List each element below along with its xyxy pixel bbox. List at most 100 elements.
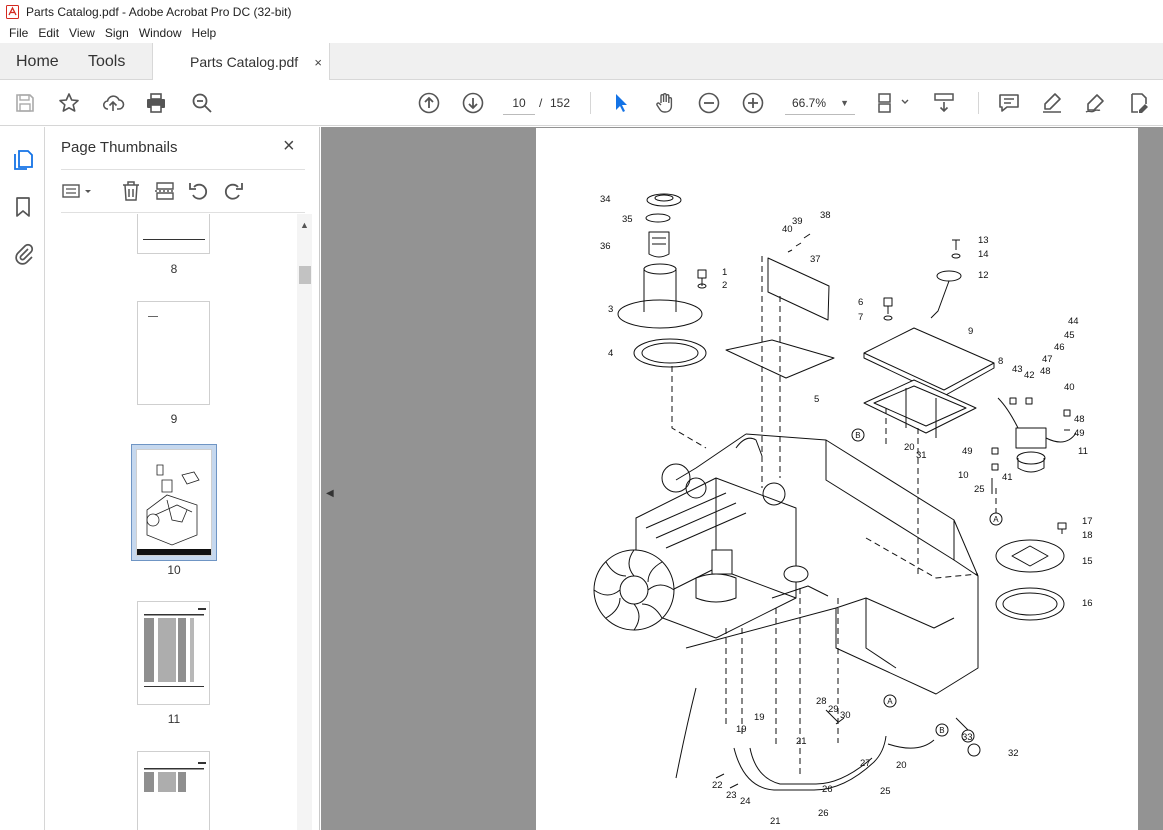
print-icon[interactable] <box>144 91 168 115</box>
chevron-up-icon[interactable]: ▲ <box>300 220 309 230</box>
thumbnail-label: 9 <box>170 412 178 426</box>
window-title: Parts Catalog.pdf - Adobe Acrobat Pro DC… <box>26 4 292 19</box>
menu-view[interactable]: View <box>64 26 100 40</box>
scroll-thumb[interactable] <box>299 266 311 284</box>
close-panel-icon[interactable]: × <box>283 135 295 158</box>
part-callout: 36 <box>600 241 611 252</box>
thumbnail-list[interactable]: 8 9 10 11 ▲ <box>45 214 320 830</box>
hand-icon[interactable] <box>653 91 677 115</box>
rotate-left-icon[interactable] <box>187 179 211 203</box>
part-callout: 4 <box>608 348 613 359</box>
part-callout: 34 <box>600 194 611 205</box>
thumbnail-page-selected[interactable] <box>136 449 212 556</box>
acrobat-icon <box>6 4 19 19</box>
delete-icon[interactable] <box>119 179 143 203</box>
part-callout: 26 <box>822 784 833 795</box>
part-callout: 39 <box>792 216 803 227</box>
exploded-parts-diagram: AABB 12345678910111213141516171819192020… <box>593 193 1093 827</box>
part-callout: 41 <box>1002 472 1013 483</box>
zoom-select[interactable]: 66.7% ▼ <box>785 91 855 115</box>
thumbnails-panel: Page Thumbnails × 8 9 10 11 ▲ <box>45 127 320 830</box>
panel-toolbar <box>61 169 305 213</box>
part-callout: 17 <box>1082 516 1093 527</box>
part-callout: 21 <box>770 816 781 827</box>
part-callout: 45 <box>1064 330 1075 341</box>
part-callout: 46 <box>1054 342 1065 353</box>
upload-icon[interactable] <box>101 91 125 115</box>
part-callout: 42 <box>1024 370 1035 381</box>
prev-page-icon[interactable] <box>417 91 441 115</box>
attachment-icon[interactable] <box>11 241 35 265</box>
menu-help[interactable]: Help <box>187 26 222 40</box>
highlight-icon[interactable] <box>1040 91 1064 115</box>
toolbar-divider <box>590 92 591 114</box>
part-callout: 49 <box>962 446 973 457</box>
part-callout: 31 <box>916 450 927 461</box>
thumbnail-page[interactable] <box>137 601 210 705</box>
options-menu-icon[interactable] <box>61 179 97 203</box>
menu-window[interactable]: Window <box>134 26 187 40</box>
bookmark-icon[interactable] <box>11 195 35 219</box>
reference-label: A <box>993 515 999 524</box>
next-page-icon[interactable] <box>461 91 485 115</box>
part-callout: 49 <box>1074 428 1085 439</box>
part-callout: 5 <box>814 394 819 405</box>
part-callout: 43 <box>1012 364 1023 375</box>
collapse-panel-icon[interactable]: ◀ <box>326 488 334 499</box>
part-callout: 3 <box>608 304 613 315</box>
part-callout: 47 <box>1042 354 1053 365</box>
part-callout: 32 <box>1008 748 1019 759</box>
part-callout: 19 <box>754 712 765 723</box>
thumbnail-page[interactable] <box>137 214 210 254</box>
star-icon[interactable] <box>57 91 81 115</box>
part-callout: 48 <box>1074 414 1085 425</box>
tab-document[interactable]: Parts Catalog.pdf × <box>152 43 330 81</box>
page-number-input[interactable] <box>503 91 535 115</box>
part-callout: 21 <box>796 736 807 747</box>
page-thumbnails-icon[interactable] <box>11 148 35 172</box>
edit-pdf-icon[interactable] <box>1127 91 1151 115</box>
extract-pages-icon[interactable] <box>153 179 177 203</box>
zoom-out-icon[interactable] <box>697 91 721 115</box>
part-callout: 15 <box>1082 556 1093 567</box>
zoom-in-icon[interactable] <box>741 91 765 115</box>
find-icon[interactable] <box>190 91 214 115</box>
part-callout: 1 <box>722 267 727 278</box>
part-callout: 22 <box>712 780 723 791</box>
rotate-right-icon[interactable] <box>221 179 245 203</box>
menu-bar: File Edit View Sign Window Help <box>0 23 1163 43</box>
thumbnail-scrollbar[interactable]: ▲ <box>297 214 312 830</box>
part-callout: 33 <box>962 732 973 743</box>
fit-page-icon[interactable] <box>876 91 912 115</box>
save-icon[interactable] <box>13 91 37 115</box>
part-callout: 7 <box>858 312 863 323</box>
part-callout: 19 <box>736 724 747 735</box>
total-pages: 152 <box>550 96 571 110</box>
part-callout: 28 <box>816 696 827 707</box>
thumbnail-page[interactable] <box>137 301 210 405</box>
close-tab-icon[interactable]: × <box>314 55 322 70</box>
scroll-mode-icon[interactable] <box>932 91 956 115</box>
zoom-value: 66.7% <box>792 95 827 110</box>
pdf-page[interactable]: AABB 1 2 3 4 5 6 7 8 9 10 11 12 13 14 15 16 17 18 19 19 20 20… <box>536 128 1138 830</box>
tab-home[interactable]: Home <box>16 43 59 80</box>
part-callout: 30 <box>840 710 851 721</box>
part-callout: 20 <box>896 760 907 771</box>
sign-icon[interactable] <box>1083 91 1107 115</box>
tab-document-label: Parts Catalog.pdf <box>190 54 299 70</box>
part-callout: 9 <box>968 326 973 337</box>
part-callout: 23 <box>726 790 737 801</box>
menu-edit[interactable]: Edit <box>33 26 64 40</box>
tab-tools[interactable]: Tools <box>88 43 125 80</box>
menu-sign[interactable]: Sign <box>100 26 134 40</box>
chevron-down-icon: ▼ <box>840 98 849 108</box>
select-cursor-icon[interactable] <box>609 91 633 115</box>
page-separator: / <box>539 96 543 110</box>
part-callout: 37 <box>810 254 821 265</box>
left-rail <box>0 127 45 830</box>
menu-file[interactable]: File <box>4 26 33 40</box>
part-callout: 38 <box>820 210 831 221</box>
thumbnail-page[interactable] <box>137 751 210 830</box>
thumbnail-label: 11 <box>167 712 181 726</box>
comment-icon[interactable] <box>997 91 1021 115</box>
